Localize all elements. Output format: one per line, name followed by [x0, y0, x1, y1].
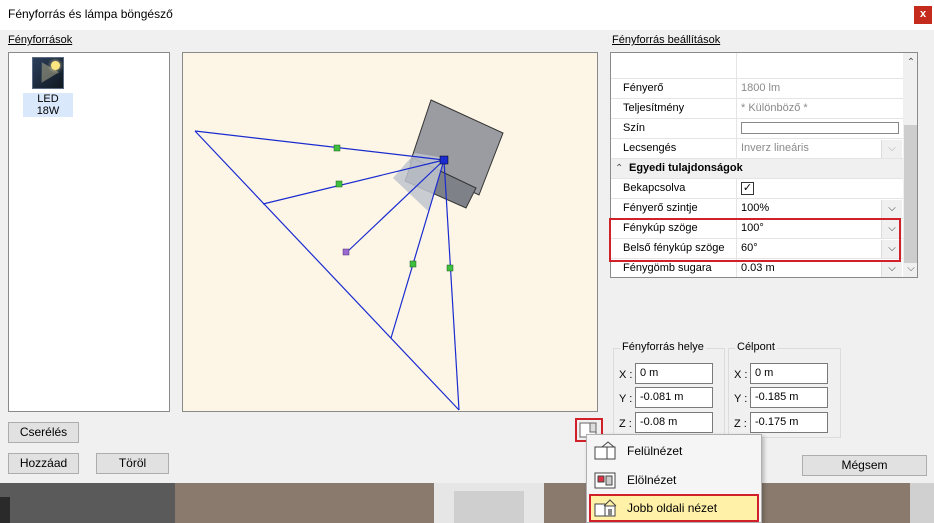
light-browser-window: Fényforrás és lámpa böngésző x Fényforrá…: [0, 0, 934, 523]
chevron-down-icon[interactable]: ⌵: [881, 140, 902, 158]
row-key: Szín: [611, 119, 737, 139]
light-library-list: LED 18W: [8, 52, 170, 412]
delete-button[interactable]: Töröl: [96, 453, 169, 474]
target-z-input[interactable]: -0.175 m: [750, 412, 828, 433]
menu-item-right-side-view[interactable]: Jobb oldali nézet: [589, 494, 759, 522]
scroll-thumb[interactable]: [904, 125, 917, 263]
outer-cone-handle: [333, 144, 341, 152]
color-swatch[interactable]: [741, 122, 899, 134]
settings-row-falloff[interactable]: Lecsengés Inverz lineáris ⌵: [611, 139, 903, 159]
row-key: Lecsengés: [611, 139, 737, 159]
background-scene: [0, 483, 934, 523]
replace-button[interactable]: Cserélés: [8, 422, 79, 443]
row-key: Bekapcsolva: [611, 179, 737, 199]
light-preview-viewport[interactable]: [182, 52, 598, 412]
position-x-label: X :: [619, 369, 633, 381]
library-section-label: Fényforrások: [8, 34, 73, 46]
chevron-down-icon[interactable]: ⌵: [881, 260, 902, 277]
menu-item-front-view[interactable]: Elölnézet: [589, 466, 759, 494]
close-button[interactable]: x: [914, 6, 932, 24]
target-x-label: X :: [734, 369, 748, 381]
row-key: Fényerő: [611, 79, 737, 99]
row-value: 1800 lm: [741, 82, 781, 94]
settings-row-empty: [611, 53, 903, 79]
settings-row-enabled[interactable]: Bekapcsolva ✓: [611, 179, 903, 199]
inner-cone-handle-2: [409, 260, 417, 268]
light-source-handle: [439, 155, 449, 165]
cancel-button[interactable]: Mégsem: [802, 455, 927, 476]
enabled-checkbox[interactable]: ✓: [741, 182, 754, 195]
row-value: * Különböző *: [741, 102, 808, 114]
library-item-label: LED 18W: [23, 93, 73, 117]
target-y-label: Y :: [734, 393, 748, 405]
target-handle: [342, 248, 350, 256]
collapse-chevron-icon[interactable]: ⌃: [615, 159, 623, 178]
outer-cone-handle-2: [446, 264, 454, 272]
settings-row-intensity-level[interactable]: Fényerő szintje 100% ⌵: [611, 199, 903, 219]
position-z-label: Z :: [619, 418, 632, 430]
led-lamp-thumbnail-icon: [32, 57, 64, 89]
window-title: Fényforrás és lámpa böngésző: [8, 7, 173, 21]
position-x-input[interactable]: 0 m: [635, 363, 713, 384]
settings-row-color[interactable]: Szín: [611, 119, 903, 139]
scroll-down-icon[interactable]: ⌵: [903, 261, 917, 277]
position-group-title: Fényforrás helye: [620, 341, 706, 353]
front-view-icon: [593, 470, 617, 490]
position-z-input[interactable]: -0.08 m: [635, 412, 713, 433]
target-group-title: Célpont: [735, 341, 777, 353]
row-value: 100%: [741, 202, 770, 214]
row-key: Teljesítmény: [611, 99, 737, 119]
position-y-input[interactable]: -0.081 m: [635, 387, 713, 408]
target-y-input[interactable]: -0.185 m: [750, 387, 828, 408]
right-side-view-icon: [593, 498, 617, 518]
add-button[interactable]: Hozzáad: [8, 453, 79, 474]
target-z-label: Z :: [734, 418, 747, 430]
menu-item-top-view[interactable]: Felülnézet: [589, 437, 759, 465]
library-item-led-18w[interactable]: LED 18W: [23, 57, 73, 117]
top-view-icon: [593, 441, 617, 461]
group-custom-properties[interactable]: ⌃ Egyedi tulajdonságok: [611, 159, 903, 179]
row-key: Fényerő szintje: [611, 199, 737, 219]
position-y-label: Y :: [619, 393, 633, 405]
target-x-input[interactable]: 0 m: [750, 363, 828, 384]
settings-scrollbar[interactable]: ⌃ ⌵: [903, 53, 917, 277]
row-value: Inverz lineáris: [741, 142, 809, 154]
title-bar: Fényforrás és lámpa böngésző x: [0, 0, 934, 30]
group-label: Egyedi tulajdonságok: [629, 162, 743, 174]
chevron-down-icon[interactable]: ⌵: [881, 200, 902, 218]
settings-section-label: Fényforrás beállítások: [612, 34, 721, 46]
inner-cone-handle: [335, 180, 343, 188]
settings-row-luminous-flux[interactable]: Fényerő 1800 lm: [611, 79, 903, 99]
scroll-up-icon[interactable]: ⌃: [903, 55, 917, 71]
highlight-cone-angle-rows: [609, 218, 901, 262]
view-menu: Felülnézet Elölnézet Jobb oldali nézet: [586, 434, 762, 523]
settings-row-power[interactable]: Teljesítmény * Különböző *: [611, 99, 903, 119]
